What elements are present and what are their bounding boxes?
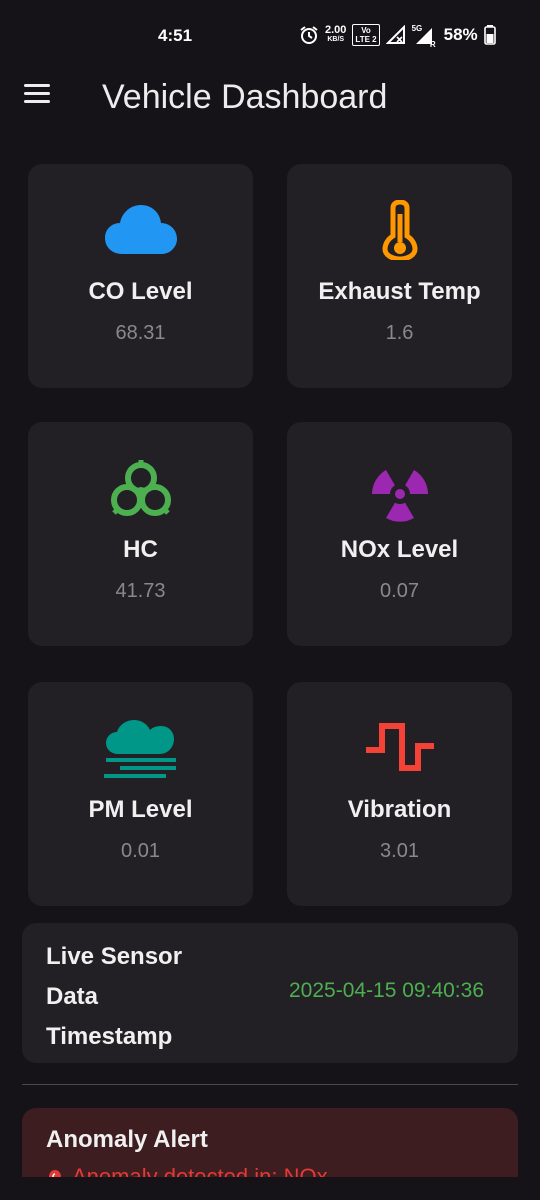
cloud-icon [104, 205, 177, 254]
bottom-nav-area [0, 1177, 540, 1200]
network-indicator: 5G R [412, 24, 436, 49]
biohazard-icon [110, 460, 171, 516]
card-co-level[interactable]: CO Level 68.31 [28, 164, 253, 388]
card-label: Vibration [347, 796, 452, 823]
foggy-cloud-icon [103, 720, 176, 778]
card-value: 41.73 [115, 580, 166, 602]
roaming-indicator: R [429, 40, 436, 49]
card-exhaust-temp[interactable]: Exhaust Temp 1.6 [287, 164, 512, 388]
sensor-label-line2: Data [46, 983, 99, 1010]
status-time: 4:51 [158, 26, 193, 45]
card-value: 68.31 [115, 322, 166, 344]
data-rate-unit: KB/S [327, 36, 345, 43]
card-hc[interactable]: HC 41.73 [28, 422, 253, 646]
alarm-icon [300, 26, 318, 44]
thermometer-icon [381, 200, 418, 260]
data-rate-indicator: 2.00 KB/S [325, 24, 347, 44]
signal-no-service-icon [385, 25, 405, 44]
card-nox-level[interactable]: NOx Level 0.07 [287, 422, 512, 646]
status-bar: 4:51 2.00 KB/S Vo LTE 2 5G R 58% [0, 0, 540, 72]
volte-bottom: LTE 2 [355, 35, 377, 44]
battery-icon [483, 25, 496, 45]
card-label: PM Level [88, 796, 193, 823]
card-value: 0.01 [121, 840, 160, 862]
sensor-timestamp: 2025-04-15 09:40:36 [289, 979, 484, 1002]
app-title: Vehicle Dashboard [102, 78, 388, 116]
card-label: Exhaust Temp [318, 278, 481, 305]
card-value: 3.01 [380, 840, 419, 862]
volte-indicator: Vo LTE 2 [352, 24, 380, 46]
divider [22, 1084, 518, 1085]
card-label: NOx Level [340, 536, 459, 563]
alert-title: Anomaly Alert [46, 1126, 208, 1153]
sensor-label-line1: Live Sensor [46, 943, 183, 970]
data-rate-value: 2.00 [325, 24, 347, 36]
screen: 4:51 2.00 KB/S Vo LTE 2 5G R 58% Vehicle… [0, 0, 540, 1200]
radioactive-icon [371, 470, 428, 522]
card-label: CO Level [88, 278, 193, 305]
card-vibration[interactable]: Vibration 3.01 [287, 682, 512, 906]
card-value: 0.07 [380, 580, 419, 602]
vibration-wave-icon [365, 723, 434, 771]
card-value: 1.6 [385, 322, 414, 344]
app-bar: Vehicle Dashboard [0, 72, 540, 124]
sensor-timestamp-card: Live Sensor Data Timestamp 2025-04-15 09… [22, 923, 518, 1063]
volte-top: Vo [361, 26, 371, 35]
battery-percentage: 58% [443, 25, 478, 44]
sensor-label-line3: Timestamp [46, 1023, 173, 1050]
card-label: HC [123, 536, 158, 563]
sensor-label: Live Sensor Data Timestamp [46, 937, 216, 1057]
status-icons: 2.00 KB/S Vo LTE 2 5G R 58% [299, 24, 496, 49]
card-pm-level[interactable]: PM Level 0.01 [28, 682, 253, 906]
hamburger-menu-icon[interactable] [24, 84, 54, 110]
